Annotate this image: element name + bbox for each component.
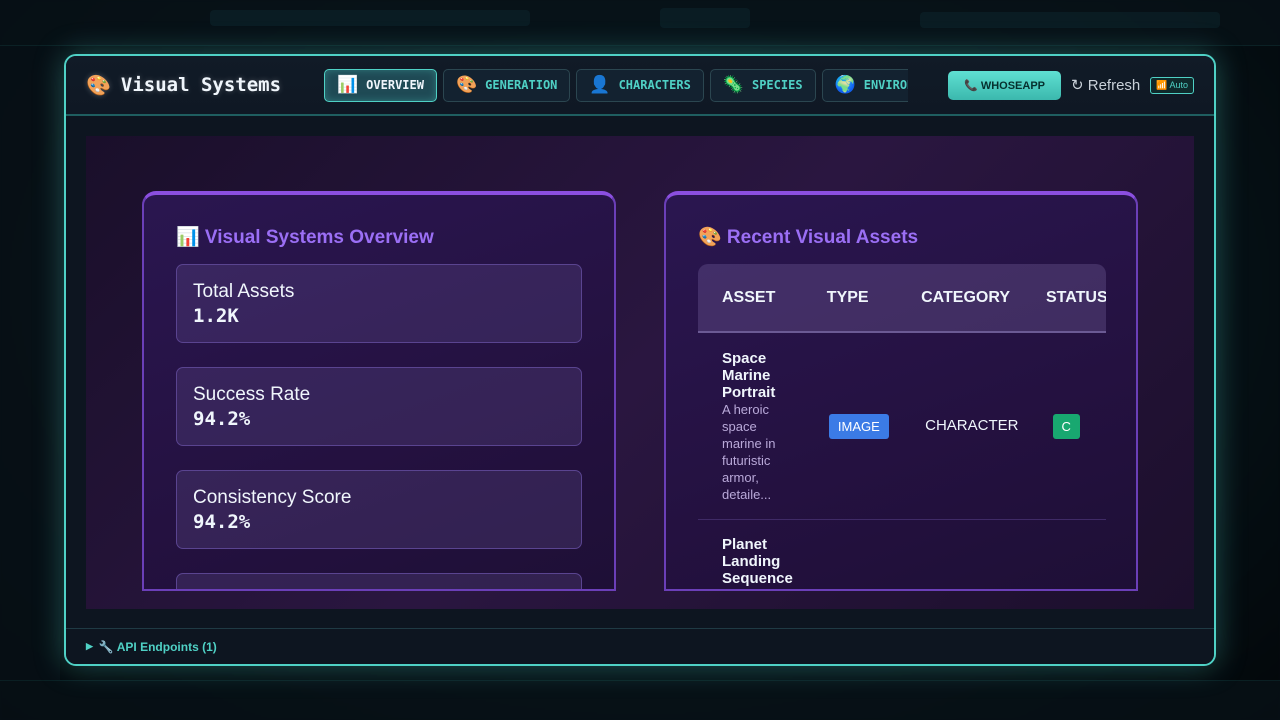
asset-name: Space Marine Portrait (722, 349, 776, 401)
header-actions: 📞 WHOSEAPP ↻ Refresh 📶 Auto (948, 70, 1194, 100)
overview-title: 📊 Visual Systems Overview (176, 227, 434, 248)
stat-partial (176, 573, 582, 589)
visual-systems-modal: 🎨 Visual Systems 📊 OVERVIEW 🎨 GENERATION… (64, 54, 1216, 666)
overview-card: 📊 Visual Systems Overview Total Assets 1… (142, 191, 616, 591)
background-bottombar (0, 680, 1280, 720)
stat-label: Consistency Score (193, 487, 352, 508)
assets-table: ASSET TYPE CATEGORY STATUS Space Marine … (698, 264, 1106, 589)
asset-name: Planet Landing Sequence (722, 536, 793, 587)
microbe-icon: 🦠 (722, 75, 744, 95)
stat-value: 1.2K (193, 305, 239, 327)
chart-icon: 📊 (337, 75, 359, 95)
column-header-asset: ASSET (722, 288, 776, 306)
tab-environments[interactable]: 🌍 ENVIRONMENTS (821, 68, 908, 102)
table-row[interactable]: Planet Landing Sequence (698, 520, 1106, 589)
auto-refresh-badge[interactable]: 📶 Auto (1150, 76, 1194, 94)
user-icon: 👤 (589, 75, 611, 95)
asset-description: A heroic space marine in futuristic armo… (722, 401, 776, 502)
asset-cell: Planet Landing Sequence (722, 536, 842, 587)
modal-title-text: Visual Systems (120, 74, 282, 96)
status-badge: C (1052, 413, 1080, 439)
refresh-button[interactable]: ↻ Refresh (1071, 76, 1140, 94)
column-header-type: TYPE (826, 288, 869, 306)
type-cell: IMAGE (828, 413, 925, 439)
background-sidebar (0, 46, 60, 680)
api-endpoints-toggle[interactable]: ▶ 🔧 API Endpoints (1) (66, 628, 1214, 664)
column-header-status: STATUS (1046, 288, 1106, 306)
palette-icon: 🎨 (455, 75, 478, 95)
category-cell: CHARACTER (925, 417, 1052, 435)
globe-icon: 🌍 (834, 75, 856, 95)
stat-value: 94.2% (193, 511, 251, 533)
column-header-category: CATEGORY (921, 288, 1010, 306)
stat-label: Success Rate (193, 384, 311, 405)
caret-right-icon: ▶ (86, 641, 93, 651)
tab-generation[interactable]: 🎨 GENERATION (442, 68, 571, 102)
stat-total-assets: Total Assets 1.2K (176, 264, 582, 343)
table-row[interactable]: Space Marine Portrait A heroic space mar… (698, 333, 1106, 520)
type-badge: IMAGE (828, 413, 889, 439)
asset-cell: Space Marine Portrait A heroic space mar… (722, 350, 829, 503)
tab-bar: 📊 OVERVIEW 🎨 GENERATION 👤 CHARACTERS 🦠 S… (324, 68, 908, 102)
tab-overview[interactable]: 📊 OVERVIEW (324, 68, 437, 102)
stat-label: Total Assets (193, 281, 295, 302)
tab-characters[interactable]: 👤 CHARACTERS (576, 68, 704, 102)
category-text: CHARACTER (925, 417, 1019, 434)
stat-consistency-score: Consistency Score 94.2% (176, 470, 582, 549)
palette-icon: 🎨 (86, 73, 111, 97)
stat-success-rate: Success Rate 94.2% (176, 367, 582, 446)
recent-assets-card: 🎨 Recent Visual Assets ASSET TYPE CATEGO… (664, 191, 1138, 591)
tab-species[interactable]: 🦠 SPECIES (709, 68, 816, 102)
status-cell: C (1052, 413, 1106, 439)
modal-title: 🎨 Visual Systems (86, 73, 324, 97)
stat-value: 94.2% (193, 408, 251, 430)
recent-assets-title: 🎨 Recent Visual Assets (698, 227, 919, 248)
table-header: ASSET TYPE CATEGORY STATUS (698, 264, 1106, 333)
api-endpoints-label: 🔧 API Endpoints (1) (98, 639, 217, 654)
modal-body: 📊 Visual Systems Overview Total Assets 1… (86, 136, 1194, 609)
modal-header: 🎨 Visual Systems 📊 OVERVIEW 🎨 GENERATION… (66, 56, 1214, 116)
whoseapp-button[interactable]: 📞 WHOSEAPP (948, 70, 1061, 100)
